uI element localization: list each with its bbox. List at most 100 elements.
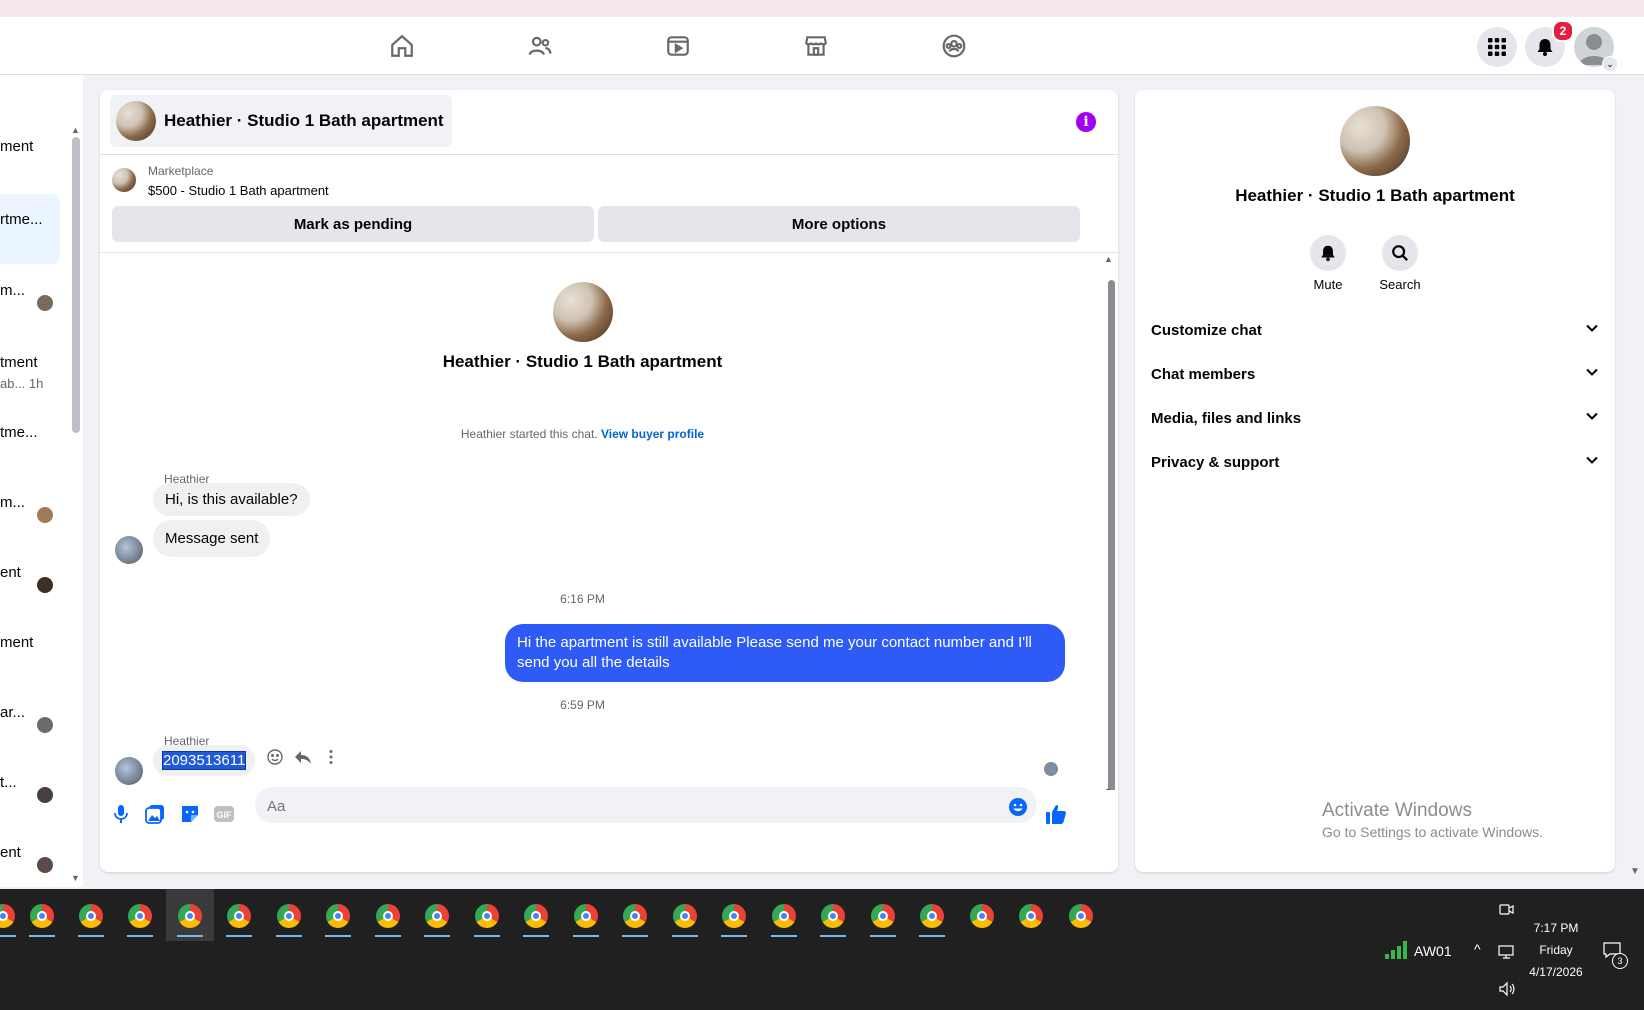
- row-label: Customize chat: [1151, 321, 1262, 339]
- microphone-icon[interactable]: [109, 802, 133, 826]
- chat-header[interactable]: Heathier · Studio 1 Bath apartment: [110, 95, 452, 147]
- chat-list-item[interactable]: tment: [0, 354, 38, 371]
- chat-avatar: [36, 576, 54, 594]
- chat-list-item[interactable]: t...: [0, 774, 17, 791]
- clock-day[interactable]: Friday: [1520, 943, 1592, 957]
- media-files-links-row[interactable]: Media, files and links: [1151, 400, 1599, 436]
- meet-now-icon[interactable]: [1498, 901, 1514, 922]
- chat-list-item[interactable]: m...: [0, 282, 25, 299]
- chrome-window-taskbar-icon[interactable]: [373, 901, 403, 937]
- open-window-indicator: [622, 935, 648, 937]
- chrome-window-taskbar-icon[interactable]: [422, 901, 452, 937]
- outgoing-message[interactable]: Hi the apartment is still available Plea…: [505, 624, 1065, 682]
- chrome-window-taskbar-icon[interactable]: [1066, 901, 1096, 931]
- message-actions: [266, 748, 340, 771]
- grid-menu-icon[interactable]: [1477, 27, 1517, 67]
- chat-list-item[interactable]: rtme...: [0, 211, 43, 228]
- groups-icon[interactable]: [939, 31, 969, 61]
- listing-title[interactable]: $500 - Studio 1 Bath apartment: [148, 183, 329, 198]
- chrome-window-taskbar-icon[interactable]: [769, 901, 799, 937]
- read-receipt-avatar: [1044, 762, 1058, 776]
- chat-list-item[interactable]: ent: [0, 844, 21, 861]
- selected-phone-number[interactable]: 2093513611: [161, 751, 247, 770]
- chat-list-item[interactable]: m...: [0, 494, 25, 511]
- emoji-icon[interactable]: [1006, 795, 1030, 819]
- privacy-support-row[interactable]: Privacy & support: [1151, 444, 1599, 480]
- chrome-window-taskbar-icon[interactable]: [27, 901, 57, 937]
- account-chevron-icon[interactable]: ⌄: [1602, 56, 1618, 72]
- chrome-icon: [178, 904, 202, 928]
- search-button[interactable]: Search: [1365, 235, 1435, 292]
- network-name[interactable]: AW01: [1414, 943, 1452, 959]
- chrome-window-taskbar-icon[interactable]: [571, 901, 601, 937]
- message-input-box[interactable]: [255, 787, 1037, 825]
- photo-icon[interactable]: [143, 802, 167, 826]
- chrome-window-taskbar-icon[interactable]: [620, 901, 650, 937]
- show-hidden-icons-chevron-up-icon[interactable]: ^: [1474, 941, 1481, 957]
- scroll-down-icon[interactable]: ▼: [71, 873, 80, 883]
- info-icon[interactable]: i: [1076, 112, 1096, 132]
- incoming-message[interactable]: 2093513611: [153, 745, 256, 776]
- chrome-window-taskbar-icon[interactable]: [1016, 901, 1046, 931]
- gif-icon[interactable]: GIF: [212, 802, 236, 826]
- chrome-window-taskbar-icon[interactable]: [818, 901, 848, 937]
- mark-as-pending-button[interactable]: Mark as pending: [112, 206, 594, 242]
- chat-list-item[interactable]: tme...: [0, 424, 38, 441]
- customize-chat-row[interactable]: Customize chat: [1151, 312, 1599, 348]
- chat-list-item[interactable]: ent: [0, 564, 21, 581]
- thumbs-up-icon[interactable]: [1044, 802, 1068, 826]
- scroll-up-icon[interactable]: ▲: [71, 125, 80, 135]
- incoming-message[interactable]: Message sent: [153, 520, 271, 557]
- chrome-icon: [871, 904, 895, 928]
- listing-thumbnail: [112, 168, 136, 192]
- chrome-window-taskbar-icon[interactable]: [719, 901, 749, 937]
- chrome-window-taskbar-icon[interactable]: [274, 901, 304, 937]
- chrome-icon: [970, 904, 994, 928]
- browser-tab-strip: [0, 0, 1644, 18]
- chrome-window-taskbar-icon[interactable]: [224, 901, 254, 937]
- chat-members-row[interactable]: Chat members: [1151, 356, 1599, 392]
- message-scrollbar[interactable]: [1108, 280, 1115, 800]
- message-input[interactable]: [255, 787, 989, 825]
- sticker-icon[interactable]: [178, 802, 202, 826]
- chat-list-item[interactable]: ment: [0, 634, 33, 651]
- chrome-window-taskbar-icon[interactable]: [917, 901, 947, 937]
- clock-time[interactable]: 7:17 PM: [1520, 921, 1592, 935]
- sender-avatar[interactable]: [115, 536, 143, 564]
- scroll-up-icon[interactable]: ▲: [1104, 254, 1113, 264]
- chat-list-item[interactable]: ment: [0, 138, 33, 155]
- sender-avatar[interactable]: [115, 757, 143, 785]
- chrome-window-taskbar-icon[interactable]: [0, 901, 18, 937]
- chrome-window-taskbar-icon[interactable]: [868, 901, 898, 937]
- open-window-indicator: [29, 935, 55, 937]
- display-icon[interactable]: [1498, 944, 1516, 965]
- chat-list-scrollbar[interactable]: [72, 137, 80, 433]
- view-buyer-profile-link[interactable]: View buyer profile: [601, 427, 704, 441]
- volume-icon[interactable]: [1498, 981, 1516, 1002]
- chrome-window-taskbar-icon[interactable]: [323, 901, 353, 937]
- react-emoji-icon[interactable]: [266, 748, 284, 771]
- mute-button[interactable]: Mute: [1293, 235, 1363, 292]
- chrome-window-taskbar-icon[interactable]: [175, 901, 205, 937]
- page-scroll-down-icon[interactable]: ▼: [1630, 866, 1640, 877]
- chrome-window-taskbar-icon[interactable]: [967, 901, 997, 931]
- chrome-icon: [1019, 904, 1043, 928]
- home-icon[interactable]: [387, 31, 417, 61]
- chrome-window-taskbar-icon[interactable]: [125, 901, 155, 937]
- video-icon[interactable]: [663, 31, 693, 61]
- chat-list-item[interactable]: ar...: [0, 704, 25, 721]
- clock-date[interactable]: 4/17/2026: [1520, 965, 1592, 979]
- more-options-button[interactable]: More options: [598, 206, 1080, 242]
- chrome-window-taskbar-icon[interactable]: [472, 901, 502, 937]
- action-center-badge: 3: [1612, 953, 1628, 969]
- chrome-window-taskbar-icon[interactable]: [670, 901, 700, 937]
- reply-icon[interactable]: [294, 748, 312, 771]
- network-signal-icon[interactable]: [1384, 940, 1408, 965]
- incoming-message[interactable]: Hi, is this available?: [153, 483, 310, 516]
- chrome-window-taskbar-icon[interactable]: [521, 901, 551, 937]
- marketplace-icon[interactable]: [801, 31, 831, 61]
- friends-icon[interactable]: [525, 31, 555, 61]
- chrome-window-taskbar-icon[interactable]: [76, 901, 106, 937]
- more-actions-icon[interactable]: [322, 748, 340, 771]
- chevron-down-icon: [1585, 453, 1599, 471]
